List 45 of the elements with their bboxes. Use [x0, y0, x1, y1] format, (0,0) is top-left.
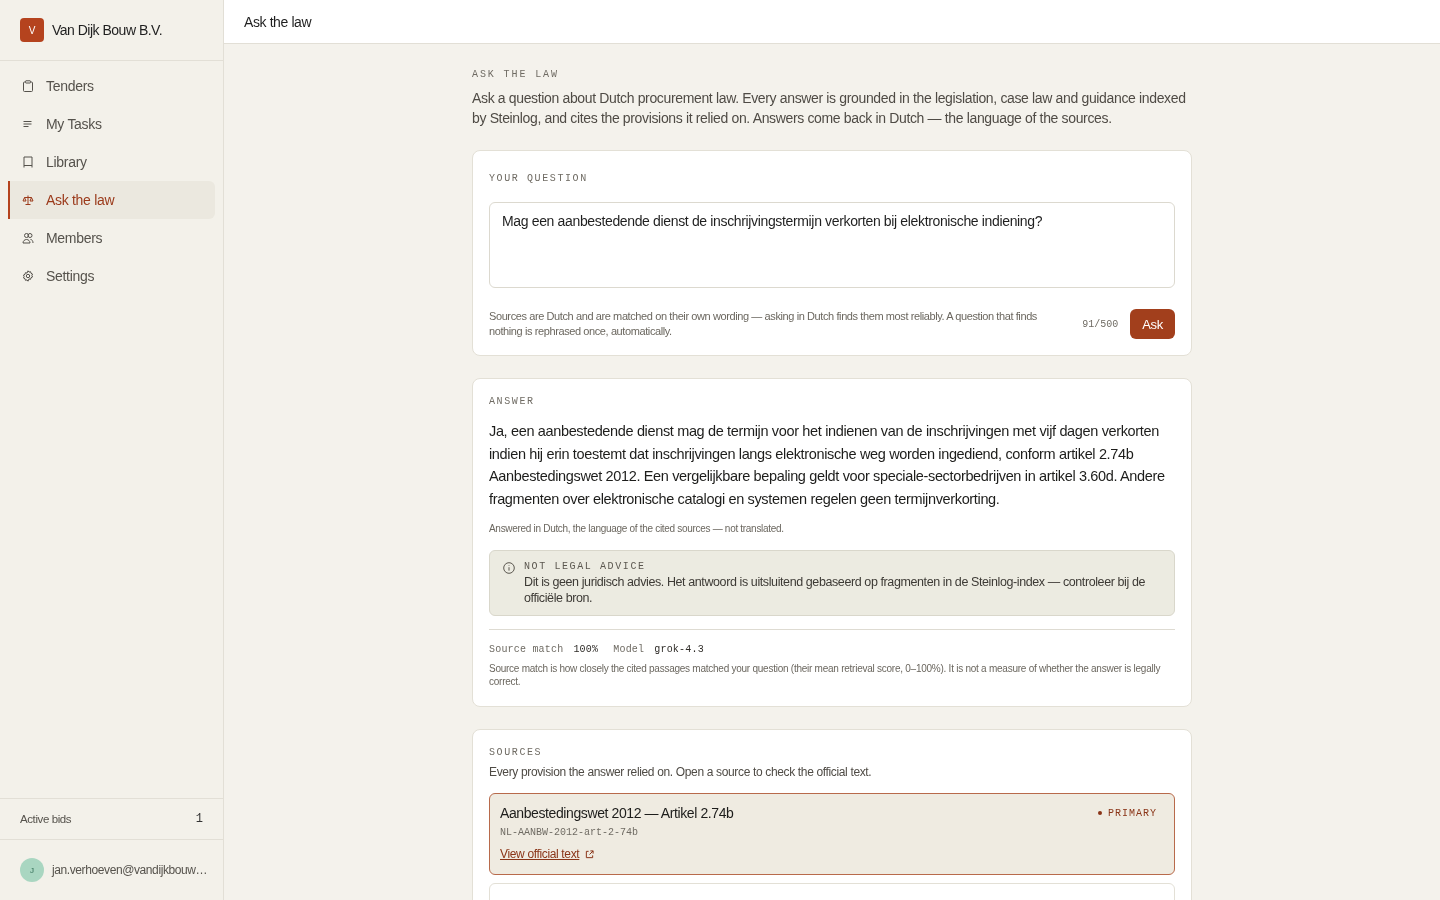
hint-text: Sources are Dutch and are matched on their own wording — asking in Dutch finds them most reliably. A question that finds nothing is rephrased once, automatically. — [489, 309, 1038, 339]
language-note: Answered in Dutch, the language of the cited sources — not translated. — [489, 522, 785, 537]
nav-item[interactable]: Library — [8, 143, 215, 181]
meta-value: grok-4.3 — [654, 643, 704, 658]
badge-label: PRIMARY — [1108, 807, 1157, 819]
ask-button[interactable]: Ask — [1130, 309, 1175, 339]
source-title: Aanbestedingswet 2012 — Artikel 2.74b — [500, 804, 734, 824]
meta-label: Source match — [489, 643, 564, 658]
intro-text: Ask a question about Dutch procurement law. Every answer is grounded in the legislation, case law and guidance indexed by Steinlog, and cites the provisions it relied on. Answers come back in Dutch — the language of the sources. — [472, 89, 1187, 128]
clipboard-icon — [22, 80, 34, 92]
settings-icon — [22, 270, 34, 282]
source-id: NL-AANBW-2012-art-2-74b — [500, 827, 639, 839]
nav-item[interactable]: My Tasks — [8, 105, 215, 143]
info-icon — [503, 562, 515, 575]
disclaimer-text: Dit is geen juridisch advies. Het antwoord is uitsluitend gebaseerd op fragmenten in de Steinlog-index — controleer bij de officiële bron. — [524, 574, 1147, 607]
nav-item[interactable]: Ask the law — [8, 181, 215, 219]
nav-item[interactable]: Tenders — [8, 67, 215, 105]
page-title: Ask the law — [244, 13, 312, 30]
official-text-link[interactable]: View official text — [500, 846, 595, 863]
user-avatar: J — [20, 858, 44, 882]
user-email: jan.verhoeven@vandijkbouw… — [52, 863, 208, 877]
meta-label: Model — [613, 643, 645, 658]
dot-icon — [1098, 811, 1102, 816]
people-icon — [22, 232, 34, 244]
list-icon — [22, 118, 34, 130]
disclaimer-title: NOT LEGAL ADVICE — [524, 560, 647, 575]
card-label: SOURCES — [489, 746, 544, 761]
scales-icon — [22, 194, 34, 206]
book-icon — [22, 156, 34, 168]
answer-text: Ja, een aanbestedende dienst mag de termijn voor het indienen van de inschrijvingen met vijf dagen verkorten indien hij erin toestemt dat inschrijvingen langs elektronische weg worden ingediend, conform artikel 2.74b Aanbestedingswet 2012. Een vergelijkbare bepaling geldt voor speciale-sectorbedrijven in artikel 3.60d. Andere fragmenten over elektronische catalogi en systemen regelen geen termijnverkorting. — [489, 422, 1166, 509]
brand-logo: V — [20, 18, 44, 42]
sources-description: Every provision the answer relied on. Open a source to check the official text. — [489, 764, 873, 781]
section-label: ASK THE LAW — [472, 69, 560, 81]
meta-value: 100% — [573, 643, 599, 658]
nav-item[interactable]: Members — [8, 219, 215, 257]
card-label: YOUR QUESTION — [489, 172, 589, 186]
stat-label: Active bids — [20, 813, 72, 825]
external-link-icon — [585, 849, 595, 859]
brand-name: Van Dijk Bouw B.V. — [52, 22, 163, 38]
nav-item[interactable]: Settings — [8, 257, 215, 295]
question-field[interactable]: Mag een aanbestedende dienst de inschrijvingstermijn verkorten bij elektronische indiening? — [489, 202, 1175, 288]
character-counter: 91/500 — [1082, 318, 1119, 330]
stat-count: 1 — [195, 812, 203, 826]
card-label: ANSWER — [489, 395, 536, 409]
meta-explanation: Source match is how closely the cited passages matched your question (their mean retrieval score, 0–100%). It is not a measure of whether the answer is legally correct. — [489, 662, 1162, 689]
